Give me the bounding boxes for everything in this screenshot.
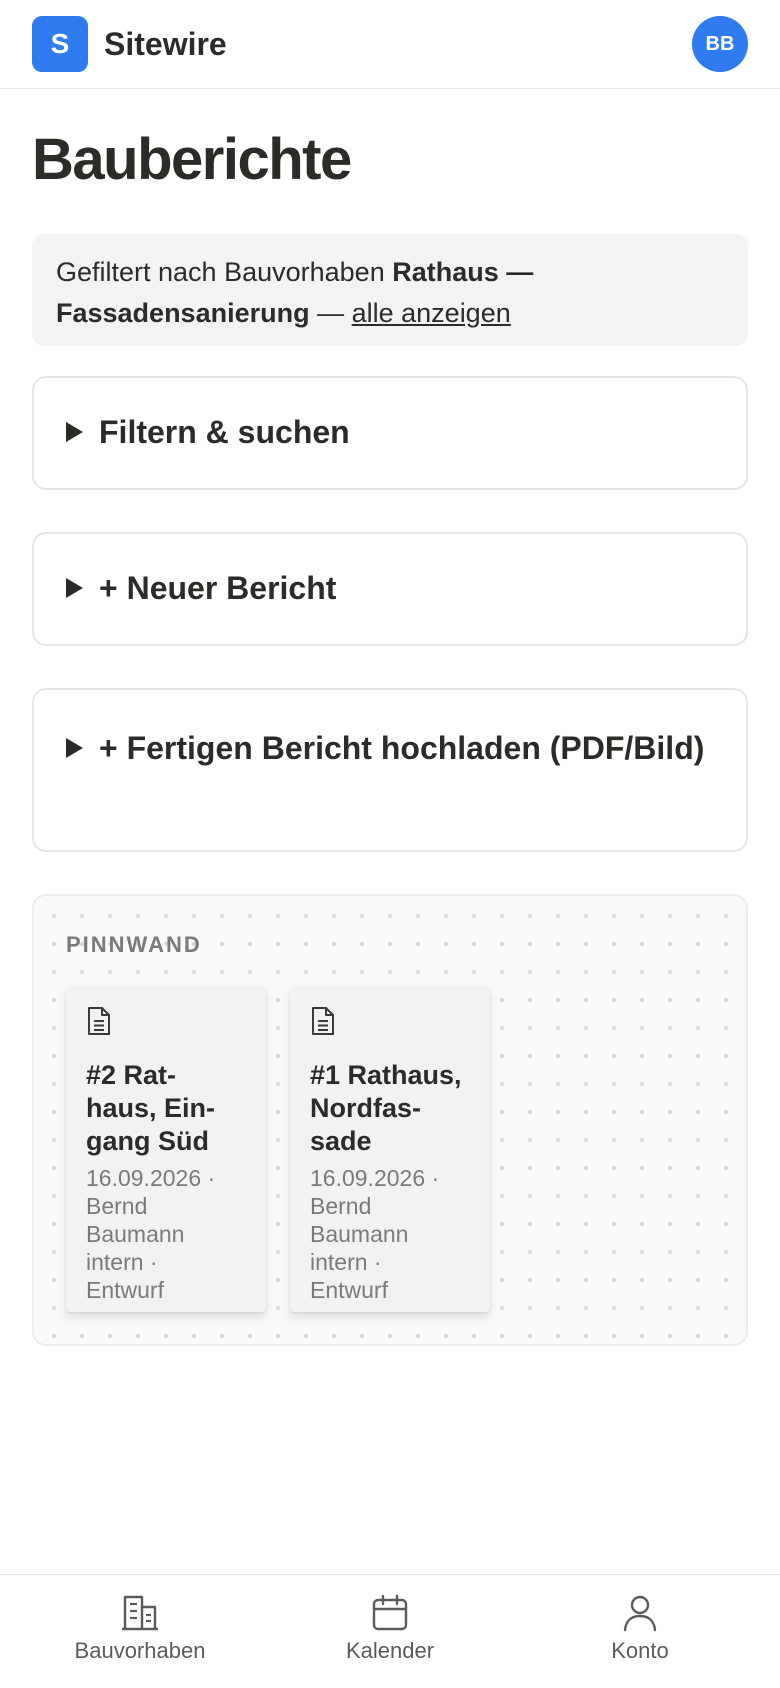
filter-notice: Gefiltert nach Bauvorhaben Rathaus — Fas…: [32, 234, 748, 346]
triangle-right-icon: [66, 421, 83, 442]
pinboard: PINNWAND #2 Rat- haus, Ein- gang Süd 16.…: [32, 894, 748, 1346]
note-meta: 16.09.2026 · Bernd Baumann intern · Entw…: [310, 1165, 440, 1303]
triangle-right-icon: [66, 577, 83, 598]
nav-item-kalender[interactable]: Kalender: [280, 1593, 500, 1665]
page-title: Bauberichte: [32, 127, 352, 192]
new-report-summary[interactable]: + Neuer Bericht: [66, 564, 714, 612]
nav-label-kalender: Kalender: [345, 1638, 435, 1663]
upload-report-summary[interactable]: + Fertigen Bericht hochladen (PDF/Bild): [66, 724, 714, 772]
triangle-right-icon: [66, 737, 83, 758]
top-app-bar: S Sitewire BB: [0, 0, 780, 89]
nav-label-bauvorhaben: Bauvorhaben: [74, 1638, 206, 1663]
user-avatar[interactable]: BB: [692, 16, 748, 72]
document-icon: [88, 1007, 110, 1035]
filter-search-summary[interactable]: Filtern & suchen: [66, 408, 714, 456]
upload-report-label: + Fertigen Bericht hochladen (PDF/Bild): [99, 730, 705, 766]
note-title: #2 Rat- haus, Ein- gang Süd: [86, 1060, 216, 1156]
building-icon: [122, 1595, 158, 1631]
filter-notice-separator: —: [309, 298, 352, 328]
nav-label-konto: Konto: [611, 1638, 669, 1663]
bottom-navigation: Bauvorhaben Kalender Konto: [0, 1574, 780, 1688]
calendar-icon: [372, 1594, 408, 1631]
upload-report-section[interactable]: + Fertigen Bericht hochladen (PDF/Bild): [32, 688, 748, 852]
show-all-link[interactable]: alle anzeigen: [352, 298, 511, 328]
filter-search-section[interactable]: Filtern & suchen: [32, 376, 748, 490]
pinboard-label: PINNWAND: [66, 932, 202, 957]
new-report-section[interactable]: + Neuer Bericht: [32, 532, 748, 646]
note-title: #1 Rathaus, Nordfas- sade: [310, 1060, 462, 1156]
nav-item-konto[interactable]: Konto: [530, 1593, 750, 1665]
user-icon: [623, 1595, 657, 1632]
report-note[interactable]: #2 Rat- haus, Ein- gang Süd 16.09.2026 ·…: [66, 986, 266, 1312]
report-note[interactable]: #1 Rathaus, Nordfas- sade 16.09.2026 · B…: [290, 986, 490, 1312]
note-meta: 16.09.2026 · Bernd Baumann intern · Entw…: [86, 1165, 216, 1303]
filter-notice-prefix: Gefiltert nach Bauvorhaben: [56, 257, 393, 287]
filter-search-label: Filtern & suchen: [99, 414, 350, 450]
app-logo[interactable]: S: [32, 16, 88, 72]
nav-item-bauvorhaben[interactable]: Bauvorhaben: [30, 1593, 250, 1665]
new-report-label: + Neuer Bericht: [99, 570, 337, 606]
app-name: Sitewire: [104, 26, 227, 62]
document-icon: [312, 1007, 334, 1035]
